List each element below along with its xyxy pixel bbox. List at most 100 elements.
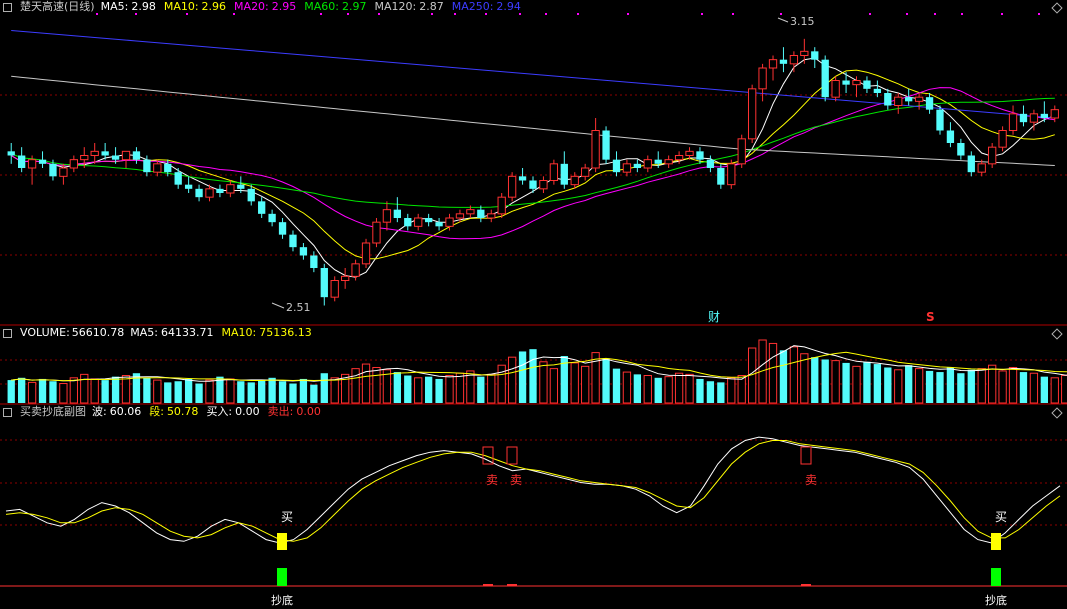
candle-body-down xyxy=(101,151,109,156)
volume-bar-down xyxy=(258,380,266,403)
price-ma-legend-value: 2.97 xyxy=(341,0,367,13)
volume-bar-up xyxy=(455,372,465,404)
candle-body-up xyxy=(549,163,559,181)
stock-chart[interactable] xyxy=(0,0,1067,609)
volume-bar-up xyxy=(581,365,590,404)
candle-body-up xyxy=(69,159,78,169)
candle-body-down xyxy=(925,97,934,110)
buy-signal-text: 买 xyxy=(995,510,1008,524)
panel-toggle-icon[interactable] xyxy=(3,2,12,12)
candle-body-up xyxy=(581,167,590,177)
candle-body-down xyxy=(936,109,944,131)
volume-bar-down xyxy=(49,381,57,403)
low-price-value: 2.51 xyxy=(286,301,311,314)
candle-body-down xyxy=(717,168,725,185)
volume-bar-up xyxy=(852,365,861,404)
price-ma-legend-item: MA120: xyxy=(374,0,417,13)
volume-ma-legend-item: MA5: xyxy=(130,326,159,339)
candle-body-down xyxy=(477,209,485,218)
candle-body-up xyxy=(1008,113,1018,132)
sell-signal-text: 卖 xyxy=(510,473,523,487)
candle-body-up xyxy=(988,146,997,165)
candle-body-down xyxy=(946,130,955,143)
signal-dot xyxy=(545,13,547,15)
volume-title: VOLUME: xyxy=(20,326,70,339)
volume-bar-up xyxy=(831,360,840,404)
buy-signal-label: 买 xyxy=(995,510,1007,524)
s-marker[interactable]: S xyxy=(926,310,935,324)
high-price-label: 3.15 xyxy=(790,15,815,29)
volume-bar-down xyxy=(320,373,328,403)
volume-bar-up xyxy=(685,373,694,404)
volume-bar-down xyxy=(404,375,412,403)
candle-body-up xyxy=(372,221,381,244)
volume-bar-down xyxy=(779,350,788,403)
volume-bar-up xyxy=(445,375,454,404)
volume-bar-down xyxy=(717,382,725,403)
stock-title: 楚天高速(日线) xyxy=(20,0,95,13)
candle-body-up xyxy=(27,159,37,169)
candle-body-down xyxy=(967,155,975,173)
indicator-legend-value: 0.00 xyxy=(296,405,321,418)
signal-dot xyxy=(732,13,734,15)
price-ma-legend-item: MA60: xyxy=(304,0,339,13)
candle-body-up xyxy=(894,96,903,106)
volume-bar-up xyxy=(361,363,371,404)
indicator-legend-item: 买入: xyxy=(206,405,233,418)
volume-bar-up xyxy=(539,361,548,404)
candle-body-down xyxy=(310,255,318,268)
volume-ma-legend-value: 64133.71 xyxy=(161,326,214,339)
candle-body-down xyxy=(49,163,57,177)
volume-bar-up xyxy=(894,369,903,404)
candle-body-up xyxy=(361,242,371,265)
volume-bar-down xyxy=(633,374,642,403)
finance-marker[interactable]: 财 xyxy=(708,310,720,324)
volume-bar-down xyxy=(612,368,621,403)
candle-body-down xyxy=(237,184,245,189)
candle-body-down xyxy=(884,93,892,106)
candle-body-down xyxy=(424,218,433,223)
bottom-signal-label: 抄底 xyxy=(985,594,1007,608)
volume-bar-up xyxy=(372,366,381,404)
volume-bar-down xyxy=(184,378,193,403)
indicator-legend-item: 段: xyxy=(149,405,164,418)
candle-body-down xyxy=(1019,113,1028,123)
panel-toggle-icon[interactable] xyxy=(3,407,12,417)
candle-body-up xyxy=(674,155,684,161)
bottom-bar xyxy=(277,568,287,586)
volume-bar-up xyxy=(487,373,496,404)
volume-bar-down xyxy=(310,384,318,403)
signal-dot xyxy=(869,13,871,15)
panel-toggle-icon[interactable] xyxy=(3,328,12,338)
candle-body-up xyxy=(90,150,99,156)
candle-body-up xyxy=(727,163,736,186)
price-ma-legend-value: 2.98 xyxy=(131,0,156,13)
volume-bar-up xyxy=(90,378,99,404)
candle-body-down xyxy=(393,209,401,218)
volume-bar-up xyxy=(1008,366,1018,404)
volume-bar-down xyxy=(967,369,975,403)
signal-dot xyxy=(577,13,579,15)
candle-body-up xyxy=(570,175,579,186)
price-panel-header: 楚天高速(日线) MA5: 2.98 MA10: 2.96 MA20: 2.95 MA60:… xyxy=(0,0,529,14)
sell-signal-label: 卖 xyxy=(486,473,498,487)
moving-average-lines xyxy=(10,30,1055,278)
candle-body-down xyxy=(299,247,308,256)
volume-bar-up xyxy=(664,376,673,404)
volume-bar-down xyxy=(821,359,829,403)
volume-bar-up xyxy=(507,356,517,404)
indicator-legend-value: 0.00 xyxy=(235,405,260,418)
price-ma-legend-value: 2.95 xyxy=(271,0,297,13)
volume-bar-down xyxy=(424,376,433,403)
candle-body-up xyxy=(591,130,600,169)
volume-bar-down xyxy=(706,381,715,403)
candle-body-down xyxy=(560,163,568,185)
signal-dot xyxy=(934,13,936,15)
high-leader-line xyxy=(777,17,789,23)
candle-body-down xyxy=(811,51,819,60)
volume-bar-down xyxy=(38,378,47,403)
volume-bar-down xyxy=(884,367,892,403)
candle-body-up xyxy=(80,155,89,161)
signal-dot xyxy=(1038,13,1040,15)
ma120-line xyxy=(11,75,1055,166)
